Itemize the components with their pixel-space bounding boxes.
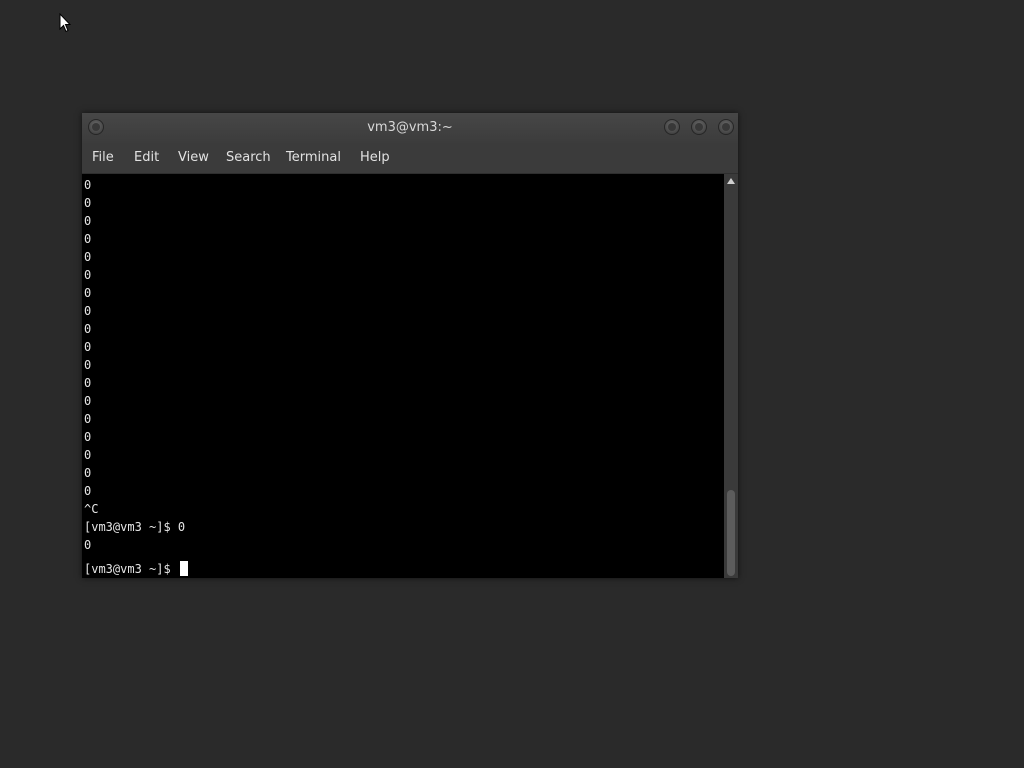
terminal-lines: 0 0 0 0 0 0 0 0 0 0 0 0 0 0 0 0 0 0 ^C [vm3@vm3 ~]$ 0 0 [84,176,185,554]
terminal-line: 0 [84,430,92,444]
terminal-line: 0 [84,286,92,300]
terminal-line: 0 [84,340,92,354]
scrollbar-thumb[interactable] [727,490,735,576]
terminal-line: 0 [84,196,92,210]
desktop: vm3@vm3:~ File Edit View Search Terminal… [0,0,1024,768]
menu-help[interactable]: Help [360,143,390,173]
menu-file[interactable]: File [92,143,114,173]
terminal-line: ^C [84,502,99,516]
prompt-line[interactable]: [vm3@vm3 ~]$ [84,560,188,578]
terminal-line: 0 [84,412,92,426]
terminal-line: 0 [84,178,92,192]
mouse-pointer-icon [59,13,71,33]
vertical-scrollbar[interactable] [724,174,738,578]
terminal-line: 0 [84,466,92,480]
terminal-line: 0 [84,538,92,552]
terminal-line: 0 [84,214,92,228]
terminal-line: 0 [84,268,92,282]
terminal-line: 0 [84,484,92,498]
menu-search[interactable]: Search [226,143,271,173]
terminal-output[interactable]: 0 0 0 0 0 0 0 0 0 0 0 0 0 0 0 0 0 0 ^C [vm3@vm3 ~]$ 0 0 [vm3… [82,174,724,578]
minimize-icon[interactable] [664,119,680,135]
menu-terminal[interactable]: Terminal [286,143,341,173]
prompt-text: [vm3@vm3 ~]$ [84,562,178,576]
close-icon[interactable] [718,119,734,135]
terminal-line: 0 [84,322,92,336]
menu-bar: File Edit View Search Terminal Help [82,143,738,174]
terminal-line: 0 [84,232,92,246]
title-bar[interactable]: vm3@vm3:~ [82,113,738,143]
arrow-up-icon[interactable] [727,178,735,184]
terminal-line: [vm3@vm3 ~]$ 0 [84,520,186,534]
terminal-line: 0 [84,376,92,390]
terminal-line: 0 [84,304,92,318]
text-cursor [179,561,188,576]
terminal-line: 0 [84,448,92,462]
terminal-line: 0 [84,250,92,264]
terminal-window: vm3@vm3:~ File Edit View Search Terminal… [82,113,738,578]
terminal-line: 0 [84,358,92,372]
terminal-line: 0 [84,394,92,408]
maximize-icon[interactable] [691,119,707,135]
menu-edit[interactable]: Edit [134,143,159,173]
menu-view[interactable]: View [178,143,209,173]
window-title: vm3@vm3:~ [367,120,453,135]
